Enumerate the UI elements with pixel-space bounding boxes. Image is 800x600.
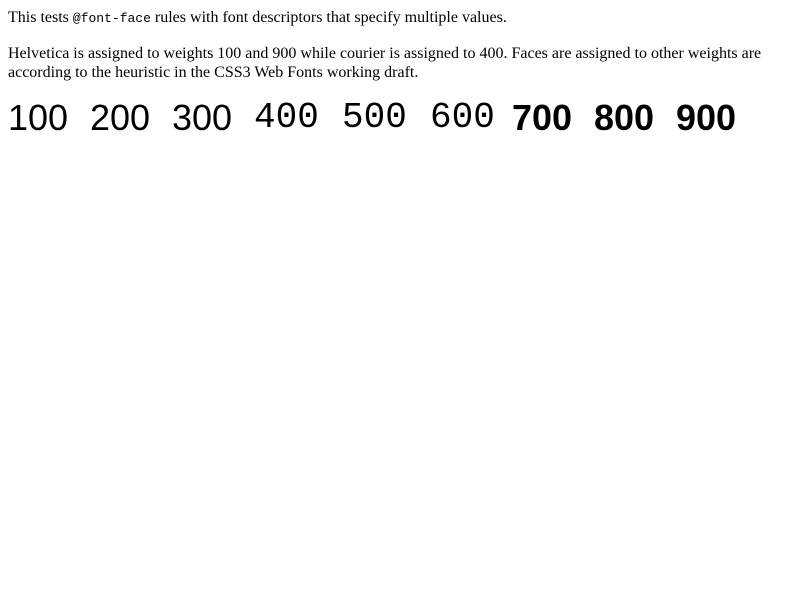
weight-500-sample: 500 xyxy=(342,97,407,138)
intro-suffix: rules with font descriptors that specify… xyxy=(150,9,507,26)
intro-text: This tests @font-face rules with font de… xyxy=(8,8,507,28)
description-text: Helvetica is assigned to weights 100 and… xyxy=(8,45,762,81)
weight-200-sample: 200 xyxy=(90,97,151,138)
test-page: This tests @font-face rules with font de… xyxy=(0,0,800,600)
weight-900-sample: 900 xyxy=(676,97,737,138)
intro-prefix: This tests xyxy=(8,9,73,26)
weight-600-sample: 600 xyxy=(430,97,495,138)
weight-300-sample: 300 xyxy=(172,97,233,138)
weight-100-sample: 100 xyxy=(8,97,69,138)
font-face-code: @font-face xyxy=(72,11,151,26)
weight-800-sample: 800 xyxy=(594,97,655,138)
weight-700-sample: 700 xyxy=(512,97,573,138)
weight-400-sample: 400 xyxy=(254,97,319,138)
